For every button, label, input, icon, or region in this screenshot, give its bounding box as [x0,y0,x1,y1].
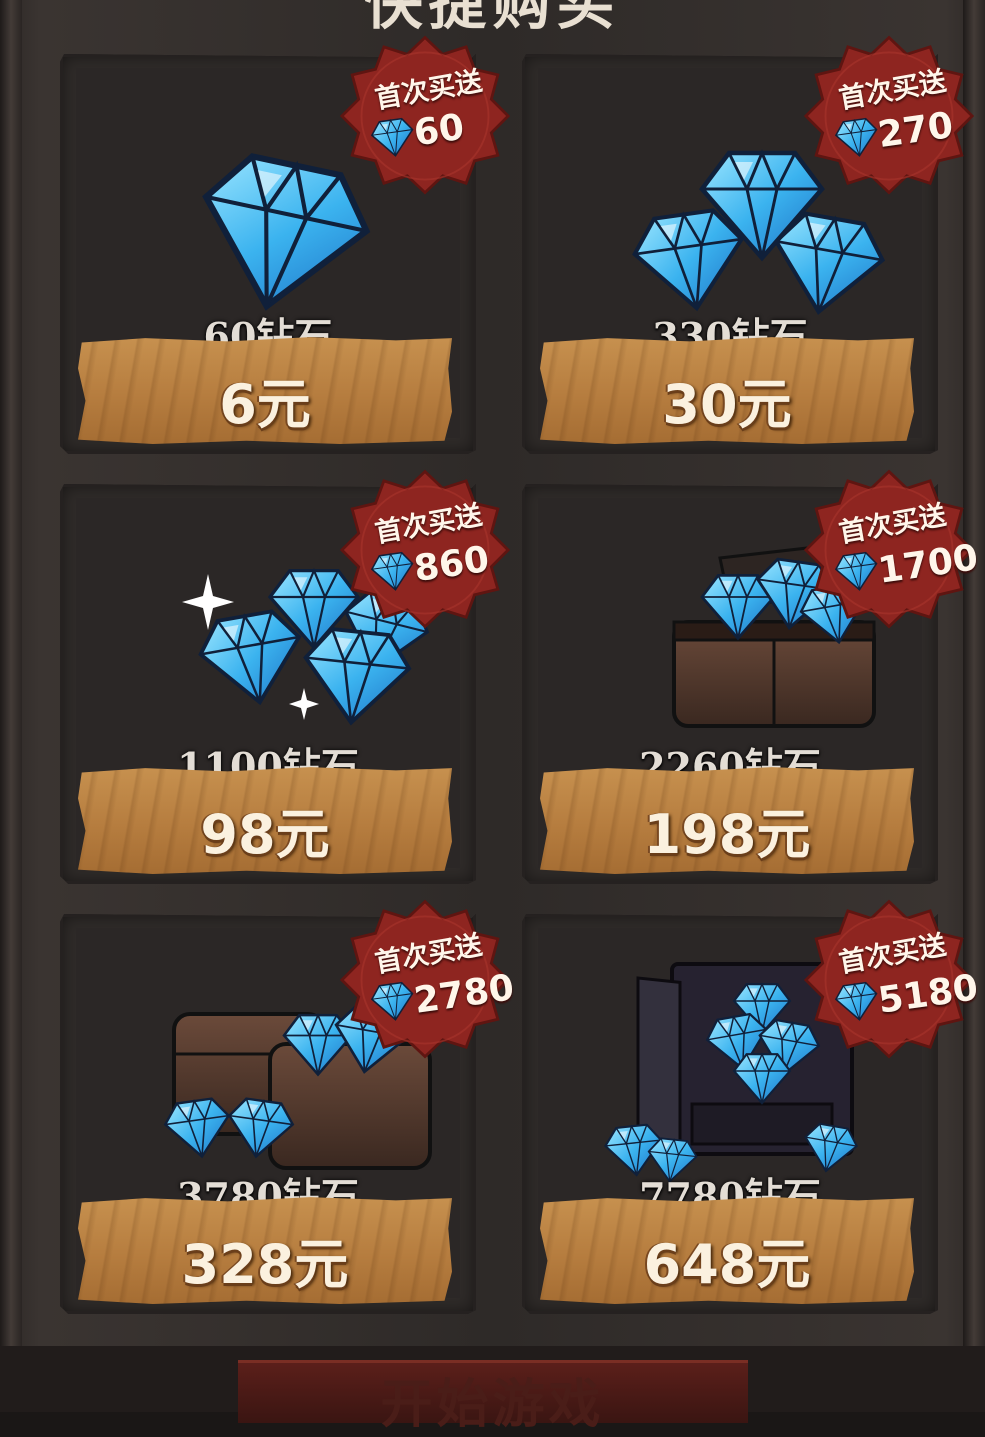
price-label: 648元 [643,1233,811,1296]
price-button[interactable]: 98元 [78,767,452,874]
start-game-label: 开始游戏 [380,1374,605,1435]
first-purchase-bonus-badge: 首次买送 5180 [804,892,981,1062]
first-purchase-bonus-badge: 首次买送 2780 [340,892,517,1062]
diamond-icon [833,550,881,594]
price-button[interactable]: 30元 [540,337,914,444]
diamond-icon [369,116,417,160]
price-button[interactable]: 198元 [540,767,914,874]
bonus-amount: 60 [411,106,467,155]
first-purchase-bonus-badge: 首次买送 860 [340,462,510,632]
panel-left-edge [0,0,22,1350]
price-button[interactable]: 648元 [540,1197,914,1304]
diamond-icon [369,980,417,1024]
price-label: 198元 [643,803,811,866]
price-label: 30元 [662,373,792,436]
price-label: 98元 [200,803,330,866]
price-button[interactable]: 328元 [78,1197,452,1304]
first-purchase-bonus-badge: 首次买送 1700 [804,462,981,632]
price-button[interactable]: 6元 [78,337,452,444]
first-purchase-bonus-badge: 首次买送 60 [340,28,510,198]
diamond-icon [833,980,881,1024]
price-label: 328元 [181,1233,349,1296]
diamond-icon [833,116,881,160]
price-label: 6元 [219,373,311,436]
diamond-icon [369,550,417,594]
first-purchase-bonus-badge: 首次买送 270 [804,28,974,198]
